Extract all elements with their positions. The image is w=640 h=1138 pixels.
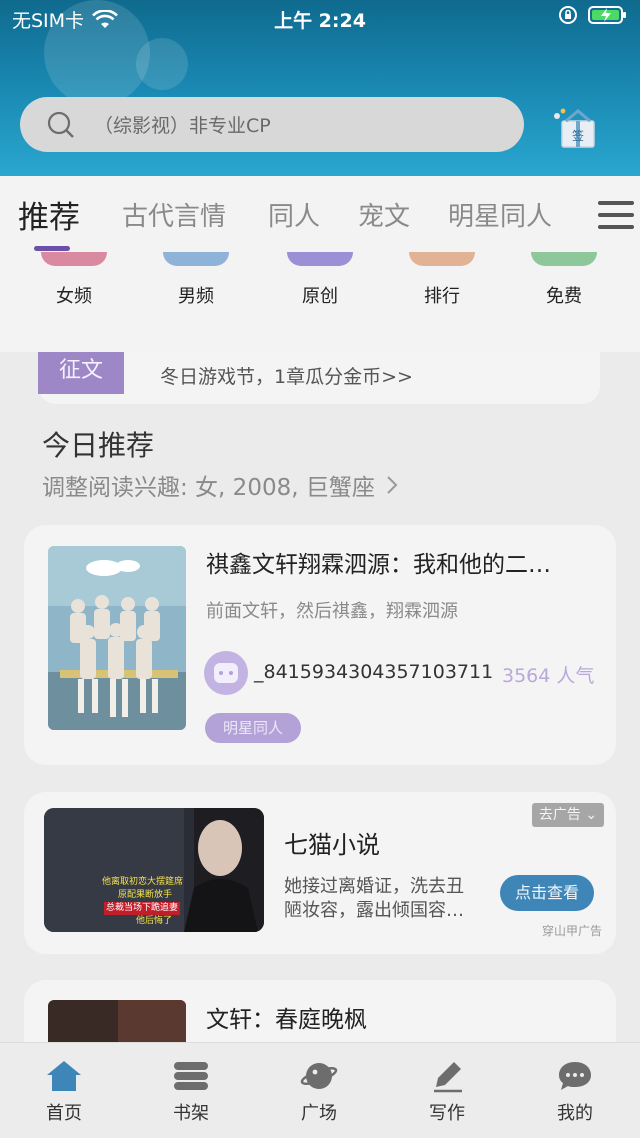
- tabbar-profile[interactable]: 我的: [525, 1043, 625, 1125]
- ad-description-line: 陋妆容，露出倾国容…: [284, 900, 464, 921]
- status-bar: 无SIM卡 上午 2:24: [0, 0, 640, 36]
- tabbar-write[interactable]: 写作: [397, 1043, 497, 1125]
- tab-celebrity-fanfic[interactable]: 明星同人: [448, 196, 552, 233]
- tabbar-square[interactable]: 广场: [269, 1043, 369, 1125]
- female-channel-icon: [41, 252, 107, 266]
- tabbar-home[interactable]: 首页: [14, 1043, 114, 1125]
- category-label: 原创: [302, 286, 338, 307]
- category-female[interactable]: 女频: [34, 252, 114, 308]
- contest-tag: 征文: [38, 352, 124, 394]
- category-original[interactable]: 原创: [280, 252, 360, 308]
- tab-menu-icon[interactable]: [596, 198, 636, 232]
- category-label: 免费: [546, 286, 582, 307]
- pen-icon: [434, 1062, 462, 1093]
- author-name: _8415934304357103711: [254, 661, 494, 683]
- popularity-count: 3564 人气: [502, 665, 595, 687]
- active-tab-indicator: [34, 246, 70, 251]
- author-avatar: [204, 651, 248, 695]
- book-cover[interactable]: [48, 546, 186, 730]
- contest-notice[interactable]: 征文 冬日游戏节，1章瓜分金币>>: [38, 352, 600, 404]
- orientation-lock-icon: [559, 6, 577, 24]
- category-label: 排行: [424, 286, 460, 307]
- tab-ancient-romance[interactable]: 古代言情: [122, 196, 226, 233]
- tab-recommend[interactable]: 推荐: [18, 192, 80, 237]
- section-title: 今日推荐: [42, 429, 155, 462]
- ad-description-line: 她接过离婚证，洗去丑: [284, 876, 464, 897]
- tabbar-label: 写作: [429, 1103, 465, 1124]
- chevron-right-icon: [387, 476, 398, 494]
- tabbar-label: 广场: [301, 1103, 337, 1124]
- bookshelf-icon: [174, 1062, 208, 1090]
- original-icon: [287, 252, 353, 266]
- search-icon: [47, 111, 74, 138]
- ad-overlay-line: 总裁当场下跪追妻: [104, 902, 181, 915]
- gift-label: 签: [572, 128, 584, 143]
- tabbar-label: 首页: [46, 1103, 82, 1124]
- ranking-icon: [409, 252, 475, 266]
- header: 无SIM卡 上午 2:24 （综影视）非专业CP 签: [0, 0, 640, 176]
- male-channel-icon: [163, 252, 229, 266]
- ad-source-label: 穿山甲广告: [542, 924, 603, 938]
- genre-tag[interactable]: 明星同人: [205, 713, 301, 743]
- book-description: 前面文轩，然后祺鑫，翔霖泗源: [206, 601, 458, 622]
- sign-in-gift-icon[interactable]: 签: [550, 103, 598, 149]
- interest-text: 调整阅读兴趣: 女, 2008, 巨蟹座: [42, 475, 375, 501]
- ad-title[interactable]: 七猫小说: [284, 825, 380, 860]
- search-placeholder: （综影视）非专业CP: [94, 115, 271, 137]
- chat-bubble-icon: [559, 1062, 591, 1090]
- category-free[interactable]: 免费: [524, 252, 604, 308]
- tab-fanfic[interactable]: 同人: [268, 196, 320, 233]
- decor-bubble: [136, 38, 188, 90]
- interest-settings-link[interactable]: 调整阅读兴趣: 女, 2008, 巨蟹座: [42, 468, 399, 502]
- square-planet-icon: [300, 1063, 338, 1089]
- ad-overlay-line: 他后悔了: [136, 916, 173, 926]
- ad-image[interactable]: 他离取初恋大摆筵席 原配果断放手 总裁当场下跪追妻 他后悔了: [44, 808, 264, 932]
- book-title[interactable]: 祺鑫文轩翔霖泗源：我和他的二…: [206, 545, 551, 579]
- ad-overlay-line: 原配果断放手: [118, 890, 173, 900]
- view-ad-button[interactable]: 点击查看: [500, 875, 594, 911]
- tabbar-label: 书架: [173, 1103, 209, 1124]
- bottom-tab-bar: 首页 书架 广场 写作 我的: [0, 1042, 640, 1138]
- category-shortcuts: 女频 男频 原创 排行 免费: [0, 252, 640, 352]
- category-male[interactable]: 男频: [156, 252, 236, 308]
- contest-text: 冬日游戏节，1章瓜分金币>>: [160, 366, 413, 388]
- tabbar-label: 我的: [557, 1103, 593, 1124]
- category-tabs: 推荐 古代言情 同人 宠文 明星同人: [0, 176, 640, 252]
- ad-overlay-line: 他离取初恋大摆筵席: [102, 877, 184, 887]
- search-bar[interactable]: （综影视）非专业CP: [20, 97, 524, 152]
- battery-charging-icon: [588, 6, 626, 24]
- home-icon: [47, 1061, 81, 1091]
- tabbar-bookshelf[interactable]: 书架: [141, 1043, 241, 1125]
- status-time: 上午 2:24: [274, 10, 366, 32]
- remove-ad-button[interactable]: 去广告 ⌄: [532, 803, 604, 827]
- book-title[interactable]: 文轩：春庭晚枫: [206, 1000, 367, 1034]
- category-ranking[interactable]: 排行: [402, 252, 482, 308]
- author-avatar-icon: [214, 663, 238, 683]
- category-label: 女频: [56, 286, 92, 307]
- free-icon: [531, 252, 597, 266]
- category-label: 男频: [178, 286, 214, 307]
- book-cover-image: [48, 546, 186, 730]
- tab-pampering[interactable]: 宠文: [358, 196, 410, 233]
